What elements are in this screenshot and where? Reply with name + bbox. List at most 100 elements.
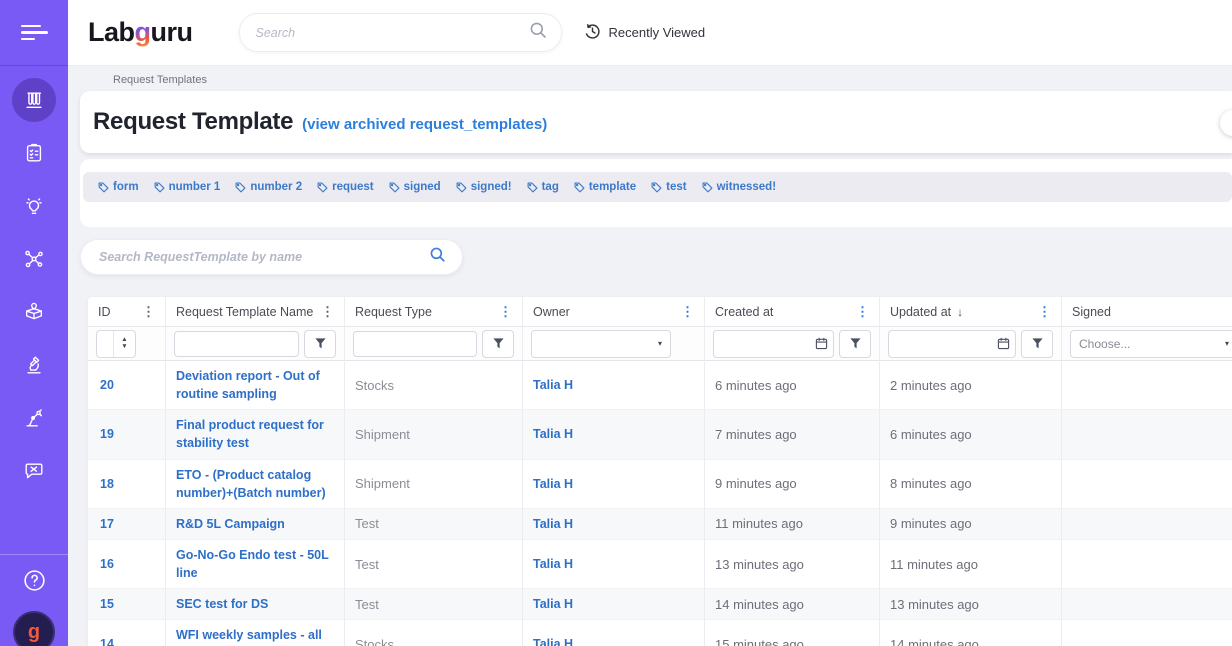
template-name-link[interactable]: SEC test for DS (176, 595, 268, 613)
column-label[interactable]: Request Template Name (176, 305, 319, 319)
tag-chip[interactable]: template (574, 181, 636, 193)
table-row[interactable]: 19 Final product request for stability t… (88, 410, 1232, 459)
id-filter-spinner[interactable] (96, 330, 136, 358)
column-label[interactable]: Signed (1072, 305, 1224, 319)
tag-chip[interactable]: request (317, 181, 374, 193)
column-menu-icon[interactable] (319, 305, 336, 318)
global-search-input[interactable] (254, 25, 529, 41)
column-menu-icon[interactable] (1036, 305, 1053, 318)
sidebar-item-ideas[interactable] (12, 184, 56, 228)
table-row[interactable]: 17 R&D 5L Campaign Test Talia H 11 minut… (88, 509, 1232, 540)
signed-filter-dropdown[interactable]: Choose... (1070, 330, 1232, 358)
owner-link[interactable]: Talia H (533, 475, 573, 493)
tag-chip[interactable]: form (98, 181, 139, 193)
column-header-type: Request Type (345, 297, 523, 327)
template-name-link[interactable]: Go-No-Go Endo test - 50L line (176, 546, 334, 582)
table-row[interactable]: 14 WFI weekly samples - all units Stocks… (88, 620, 1232, 646)
type-filter-input[interactable] (353, 331, 477, 357)
sidebar-nav (0, 66, 68, 554)
clock-history-icon (584, 23, 601, 43)
floating-action-button[interactable] (1220, 110, 1232, 136)
spin-down-icon[interactable] (121, 344, 127, 351)
chat-tools-icon (23, 460, 45, 482)
updated-date-input[interactable] (888, 330, 1016, 358)
calendar-icon (815, 337, 828, 350)
filter-cell-type (345, 327, 523, 361)
table-row[interactable]: 15 SEC test for DS Test Talia H 14 minut… (88, 589, 1232, 620)
column-label[interactable]: Owner (533, 305, 679, 319)
column-label[interactable]: Created at (715, 305, 854, 319)
id-link[interactable]: 20 (100, 376, 114, 394)
tag-chip[interactable]: test (651, 181, 686, 193)
owner-link[interactable]: Talia H (533, 555, 573, 573)
breadcrumb[interactable]: Request Templates (68, 65, 1232, 86)
recently-viewed-button[interactable]: Recently Viewed (584, 23, 706, 43)
id-link[interactable]: 15 (100, 595, 114, 613)
view-archived-link[interactable]: (view archived request_templates) (302, 116, 547, 133)
funnel-icon (492, 337, 505, 350)
column-label[interactable]: Request Type (355, 305, 497, 319)
column-label[interactable]: Updated at (890, 305, 951, 319)
owner-link[interactable]: Talia H (533, 595, 573, 613)
id-link[interactable]: 14 (100, 635, 114, 646)
owner-filter-dropdown[interactable] (531, 330, 671, 358)
cell-name: Deviation report - Out of routine sampli… (166, 361, 345, 410)
id-link[interactable]: 16 (100, 555, 114, 573)
template-name-link[interactable]: ETO - (Product catalog number)+(Batch nu… (176, 466, 334, 502)
owner-link[interactable]: Talia H (533, 515, 573, 533)
filter-cell-updated (880, 327, 1062, 361)
owner-link[interactable]: Talia H (533, 376, 573, 394)
template-name-link[interactable]: Deviation report - Out of routine sampli… (176, 367, 334, 403)
column-label[interactable]: ID (98, 305, 140, 319)
table-row[interactable]: 20 Deviation report - Out of routine sam… (88, 361, 1232, 410)
id-link[interactable]: 19 (100, 425, 114, 443)
owner-link[interactable]: Talia H (533, 635, 573, 646)
search-icon[interactable] (529, 21, 547, 44)
tag-chip[interactable]: signed! (456, 181, 512, 193)
updated-filter-button[interactable] (1021, 330, 1053, 358)
template-name-link[interactable]: R&D 5L Campaign (176, 515, 285, 533)
labguru-logo[interactable]: Labguru (88, 17, 193, 48)
table-row[interactable]: 16 Go-No-Go Endo test - 50L line Test Ta… (88, 540, 1232, 589)
tag-chip[interactable]: witnessed! (702, 181, 776, 193)
id-link[interactable]: 17 (100, 515, 114, 533)
sidebar-item-support[interactable] (12, 449, 56, 493)
search-icon[interactable] (429, 246, 446, 268)
type-filter-button[interactable] (482, 330, 514, 358)
sidebar-item-automation[interactable] (12, 396, 56, 440)
tag-chip[interactable]: number 1 (154, 181, 221, 193)
menu-toggle-button[interactable] (0, 0, 68, 66)
column-menu-icon[interactable] (497, 305, 514, 318)
help-button[interactable] (22, 568, 47, 598)
created-date-input[interactable] (713, 330, 834, 358)
column-menu-icon[interactable] (854, 305, 871, 318)
sidebar: g (0, 0, 68, 646)
created-filter-button[interactable] (839, 330, 871, 358)
column-header-id: ID (88, 297, 166, 327)
tag-label: tag (542, 181, 559, 193)
sidebar-item-protocols[interactable] (12, 131, 56, 175)
owner-link[interactable]: Talia H (533, 425, 573, 443)
tag-chip[interactable]: tag (527, 181, 559, 193)
name-filter-input[interactable] (174, 331, 299, 357)
template-name-link[interactable]: WFI weekly samples - all units (176, 626, 334, 646)
column-menu-icon[interactable] (140, 305, 157, 318)
sidebar-item-equipment[interactable] (12, 343, 56, 387)
sidebar-item-inventory[interactable] (12, 290, 56, 334)
sidebar-item-molecules[interactable] (12, 237, 56, 281)
table-row[interactable]: 18 ETO - (Product catalog number)+(Batch… (88, 460, 1232, 509)
tag-chip[interactable]: signed (389, 181, 441, 193)
id-link[interactable]: 18 (100, 475, 114, 493)
cell-request-type: Test (345, 589, 523, 620)
column-header-updated: Updated at (880, 297, 1062, 327)
template-name-link[interactable]: Final product request for stability test (176, 416, 334, 452)
funnel-icon (1031, 337, 1044, 350)
sidebar-item-samples[interactable] (12, 78, 56, 122)
calendar-icon (997, 337, 1010, 350)
name-filter-button[interactable] (304, 330, 336, 358)
cell-name: SEC test for DS (166, 589, 345, 620)
column-menu-icon[interactable] (679, 305, 696, 318)
list-search-input[interactable] (97, 249, 429, 265)
labguru-avatar[interactable]: g (13, 611, 55, 646)
tag-chip[interactable]: number 2 (235, 181, 302, 193)
